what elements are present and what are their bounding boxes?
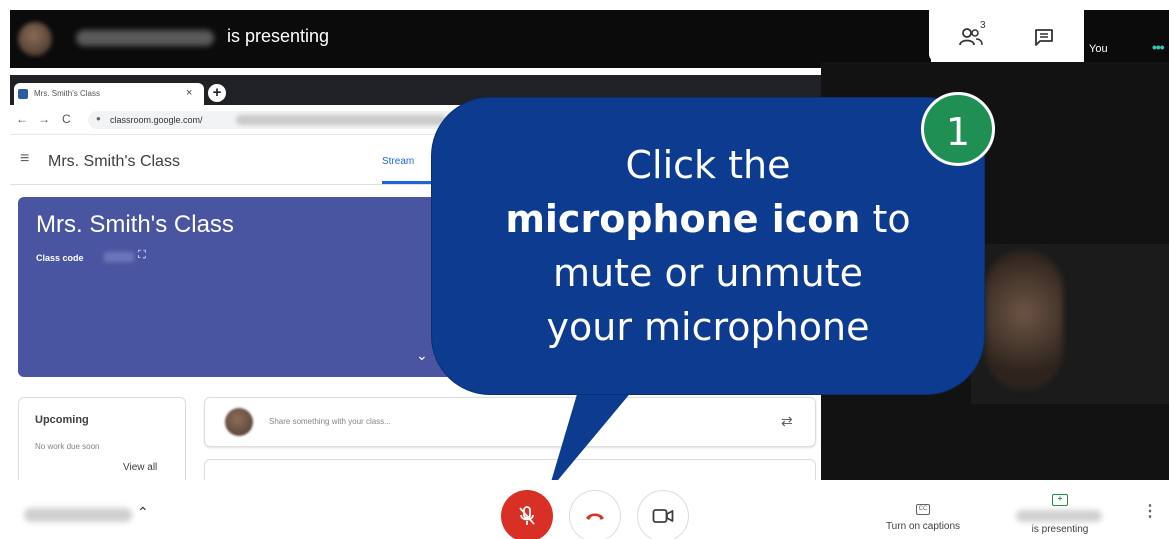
- microphone-button[interactable]: [501, 490, 553, 539]
- meeting-controls-bar: ⌃ CC Turn on captions + is presenting ⋮: [0, 480, 1169, 539]
- callout-line-3: mute or unmute: [553, 251, 863, 295]
- presenter-redacted: [1016, 510, 1102, 522]
- callout-line-1: Click the: [625, 143, 791, 187]
- callout-line-2-rest: to: [860, 197, 911, 241]
- callout-line-2: microphone icon to: [432, 192, 984, 246]
- chevron-up-icon[interactable]: ⌃: [137, 504, 149, 521]
- present-screen-icon: +: [1052, 494, 1068, 506]
- camera-icon: [652, 509, 674, 523]
- callout-text: Click the microphone icon to mute or unm…: [432, 138, 984, 354]
- meeting-details-redacted: [24, 508, 132, 522]
- callout-emphasis: microphone icon: [505, 197, 861, 241]
- step-number-badge: 1: [921, 92, 995, 166]
- meet-screen: is presenting 3 You ••• Mrs. Smith's Cla…: [0, 0, 1169, 539]
- callout-tail: [548, 384, 638, 492]
- captions-icon: CC: [916, 504, 930, 515]
- camera-button[interactable]: [637, 490, 689, 539]
- more-vert-icon[interactable]: ⋮: [1142, 504, 1158, 520]
- tutorial-callout: Click the microphone icon to mute or unm…: [432, 98, 984, 394]
- captions-label: Turn on captions: [885, 521, 961, 532]
- present-label: is presenting: [1031, 524, 1089, 535]
- microphone-muted-icon: [519, 506, 535, 525]
- captions-button[interactable]: CC Turn on captions: [873, 497, 973, 537]
- present-status[interactable]: + is presenting: [1010, 488, 1110, 536]
- hang-up-button[interactable]: [569, 490, 621, 539]
- phone-hangup-icon: [586, 513, 604, 520]
- callout-line-4: your microphone: [546, 305, 870, 349]
